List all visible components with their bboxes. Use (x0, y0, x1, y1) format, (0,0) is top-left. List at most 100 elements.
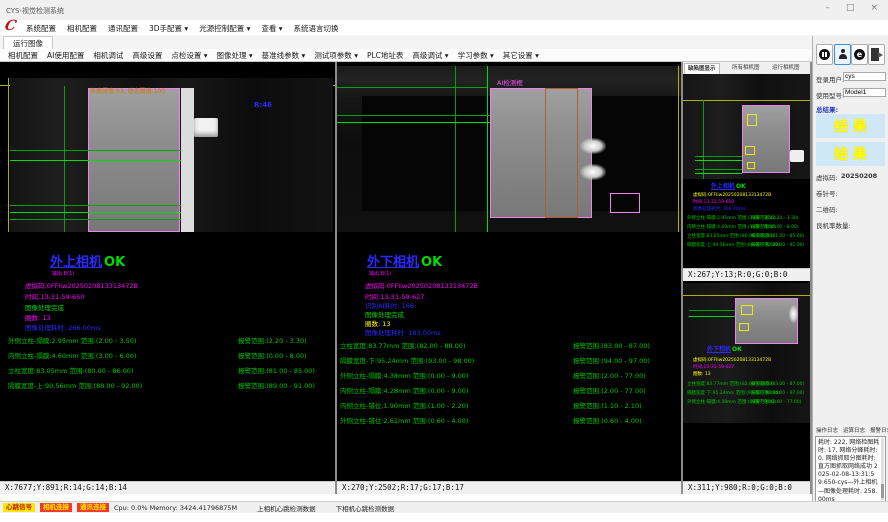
status-ok: OK (421, 255, 442, 270)
good-rate-count-label: 良机率数量: (816, 220, 851, 230)
alarm-range: 报警范围:(89.00 - 91.00) (238, 383, 315, 390)
pause-button[interactable] (816, 44, 833, 65)
tool-other-settings[interactable]: 其它设置 ▾ (503, 50, 539, 61)
menu-bar: C 系统配置 相机配置 通讯配置 3D手配置 ▾ 光源控制配置 ▾ 查看 ▾ 系… (0, 20, 888, 35)
alarm-range: 报警范围:(2.20 - 3.30) (751, 217, 799, 222)
capture-time: 时间:13-31-59-627 (365, 294, 424, 301)
virtual-code: 虚拟码:0FFIiw2025020813313472B (693, 194, 771, 199)
alarm-range: 报警范围:(83.00 - 87.00) (573, 343, 650, 350)
camera-title: 外下相机OK (367, 256, 442, 269)
annotation-line (695, 173, 742, 174)
measurement-row: 立柱宽度:83.77mm 范围:(82.00 - 88.00)报警范围:(83.… (340, 343, 465, 350)
alarm-range: 报警范围:(81.00 - 85.00) (751, 235, 804, 240)
annotation-line (695, 169, 742, 170)
tool-image-process[interactable]: 图像处理 ▾ (217, 50, 253, 61)
qr-code-label: 二维码: (816, 204, 838, 214)
tab-alarm-log[interactable]: 报警日志 (870, 426, 888, 434)
status-ok: OK (736, 183, 746, 190)
tool-ai-config[interactable]: AI使用配置 (47, 50, 84, 61)
menu-language[interactable]: 系统语言切换 (294, 23, 339, 34)
small-top-image[interactable] (683, 74, 810, 179)
menu-3d-config[interactable]: 3D手配置 ▾ (149, 23, 188, 34)
heartbeat-badge: 心跳信号 (3, 503, 35, 512)
log-scrollbar[interactable] (881, 438, 884, 500)
center-camera-image[interactable]: AI检测框 (337, 66, 681, 232)
camera-name: 外上相机 (50, 255, 102, 270)
tool-advanced-debug[interactable]: 高级调试 ▾ (412, 50, 448, 61)
upper-camera-heartbeat: 上相机心跳检测数据 (257, 503, 316, 513)
annotation-line (10, 150, 181, 151)
maximize-icon[interactable]: □ (846, 3, 855, 13)
alarm-range: 报警范围:(83.00 - 87.00) (751, 383, 804, 388)
menu-light-config[interactable]: 光源控制配置 ▾ (199, 23, 250, 34)
tool-test-params[interactable]: 测试项参数 ▾ (314, 50, 358, 61)
round-count: 圈数: 13 (693, 373, 711, 378)
login-user-field[interactable] (843, 72, 886, 81)
view-divider (681, 62, 683, 494)
lower-camera-heartbeat: 下相机心跳检测数据 (336, 503, 395, 513)
measurement-row: 外侧立柱-隔膜:4.38mm 范围:(0.00 - 9.00)报警范围:(2.0… (687, 401, 776, 406)
left-camera-image[interactable]: 灰度阈值:93, 动态阈值:100 R:46 (10, 78, 333, 232)
measure-value: 内侧立柱-错位:1.90mm 范围:(1.00 - 2.20) (340, 402, 468, 410)
virtual-code: 虚拟码:0FFIiw2025020813313472B (693, 359, 771, 364)
close-icon[interactable]: × (870, 3, 878, 13)
left-camera-view[interactable]: 灰度阈值:93, 动态阈值:100 R:46 外上相机OK 输出:B(1) 虚拟… (0, 62, 335, 481)
measurement-row: 内侧立柱-隔膜:4.60mm 范围:(3.00 - 6.00)报警范围:(0.0… (687, 226, 776, 231)
window-controls: – □ × (825, 3, 878, 13)
menu-view[interactable]: 查看 ▾ (261, 23, 282, 34)
tool-camera-config[interactable]: 相机配置 (8, 50, 38, 61)
stop-button[interactable]: e (851, 44, 868, 65)
tool-camera-debug[interactable]: 相机调试 (93, 50, 123, 61)
camera-title: 外上相机OK (711, 184, 746, 190)
tab-run-cameras[interactable]: 运行相机图 (769, 63, 803, 74)
login-user-button[interactable] (834, 44, 851, 65)
alarm-range: 报警范围:(0.00 - 8.00) (751, 226, 799, 231)
measurement-row: 外侧立柱-错位:2.61mm 范围:(0.60 - 4.00)报警范围:(0.6… (340, 418, 468, 425)
reflection-highlight (789, 305, 798, 323)
tool-plc-table[interactable]: PLC地址表 (367, 50, 403, 61)
result-box-upper: 结 果 (816, 114, 885, 138)
center-camera-view[interactable]: AI检测框 外下相机OK 输出:B(1) 虚拟码:0FFIiw202502081… (337, 62, 681, 481)
title-bar: CYS-视觉检测系统 – □ × (0, 0, 888, 21)
reel-number-label: 卷针号: (816, 188, 838, 198)
status-ok: OK (732, 346, 742, 353)
measure-value: 内侧立柱-隔膜:4.28mm 范围:(0.00 - 9.00) (340, 387, 468, 395)
annotation-line (689, 310, 735, 311)
letter-e-icon: e (854, 49, 865, 60)
point-annotation: R:46 (254, 102, 272, 109)
letter-e-glyph: e (854, 50, 865, 59)
menu-comm-config[interactable]: 通讯配置 (108, 23, 138, 34)
measure-value: 外侧立柱-错位:2.61mm 范围:(0.60 - 4.00) (340, 417, 468, 425)
measure-value: 内侧立柱-隔膜:4.60mm 范围:(3.00 - 6.00) (8, 352, 136, 360)
reflection-highlight (580, 138, 606, 154)
pause-icon (819, 49, 830, 60)
small-bottom-view[interactable]: 外下相机OK 虚拟码:0FFIiw2025020813313472B 时间:13… (683, 283, 810, 494)
tool-baseline-params[interactable]: 基准线参数 ▾ (262, 50, 306, 61)
toolbar: 相机配置 AI使用配置 相机调试 高级设置 点检设置 ▾ 图像处理 ▾ 基准线参… (0, 49, 812, 62)
measurement-row: 内侧立柱-隔膜:4.60mm 范围:(3.00 - 6.00)报警范围:(0.0… (8, 353, 136, 360)
small-top-view[interactable]: 缺陷图显示 所有相机图 运行相机图 外上相机OK 虚拟码:0FFIiw20250… (683, 62, 810, 281)
menu-camera-config[interactable]: 相机配置 (67, 23, 97, 34)
model-field[interactable] (843, 88, 886, 97)
status-bar: 心跳信号 相机连接 通讯连接 Cpu: 0.0% Memory: 3424.41… (0, 501, 888, 513)
minimize-icon[interactable]: – (825, 3, 830, 13)
tab-operation-log[interactable]: 操作日志 (816, 426, 838, 434)
tab-run-image[interactable]: 运行图像 (3, 36, 53, 50)
camera-title: 外上相机OK (50, 256, 125, 269)
left-view-coordinates: X:7677;Y:891;R:14;G:14;B:14 (0, 481, 335, 494)
exit-button[interactable] (868, 44, 885, 65)
alarm-range: 报警范围:(2.20 - 3.30) (238, 338, 307, 345)
measurement-row: 隔膜宽度-上:90.56mm 范围:(88.00 - 92.00)报警范围:(8… (8, 383, 142, 390)
tool-learn-params[interactable]: 学习参数 ▾ (458, 50, 494, 61)
alarm-range: 报警范围:(94.00 - 97.00) (573, 358, 650, 365)
defect-marker-box (610, 193, 640, 213)
measurement-row: 隔膜宽度-上:90.56mm 范围:(88.00 - 92.00)报警范围:(8… (687, 244, 780, 249)
menu-system-config[interactable]: 系统配置 (26, 23, 56, 34)
measurement-row: 内侧立柱-错位:1.90mm 范围:(1.00 - 2.20)报警范围:(1.1… (340, 403, 468, 410)
log-scrollbar-thumb[interactable] (881, 484, 884, 498)
log-tabs: 操作日志 运算日志 报警日志 (816, 426, 888, 434)
tab-compute-log[interactable]: 运算日志 (843, 426, 865, 434)
tool-advanced-settings[interactable]: 高级设置 (132, 50, 162, 61)
tool-spot-check[interactable]: 点检设置 ▾ (171, 50, 207, 61)
tab-all-cameras[interactable]: 所有相机图 (729, 63, 763, 74)
